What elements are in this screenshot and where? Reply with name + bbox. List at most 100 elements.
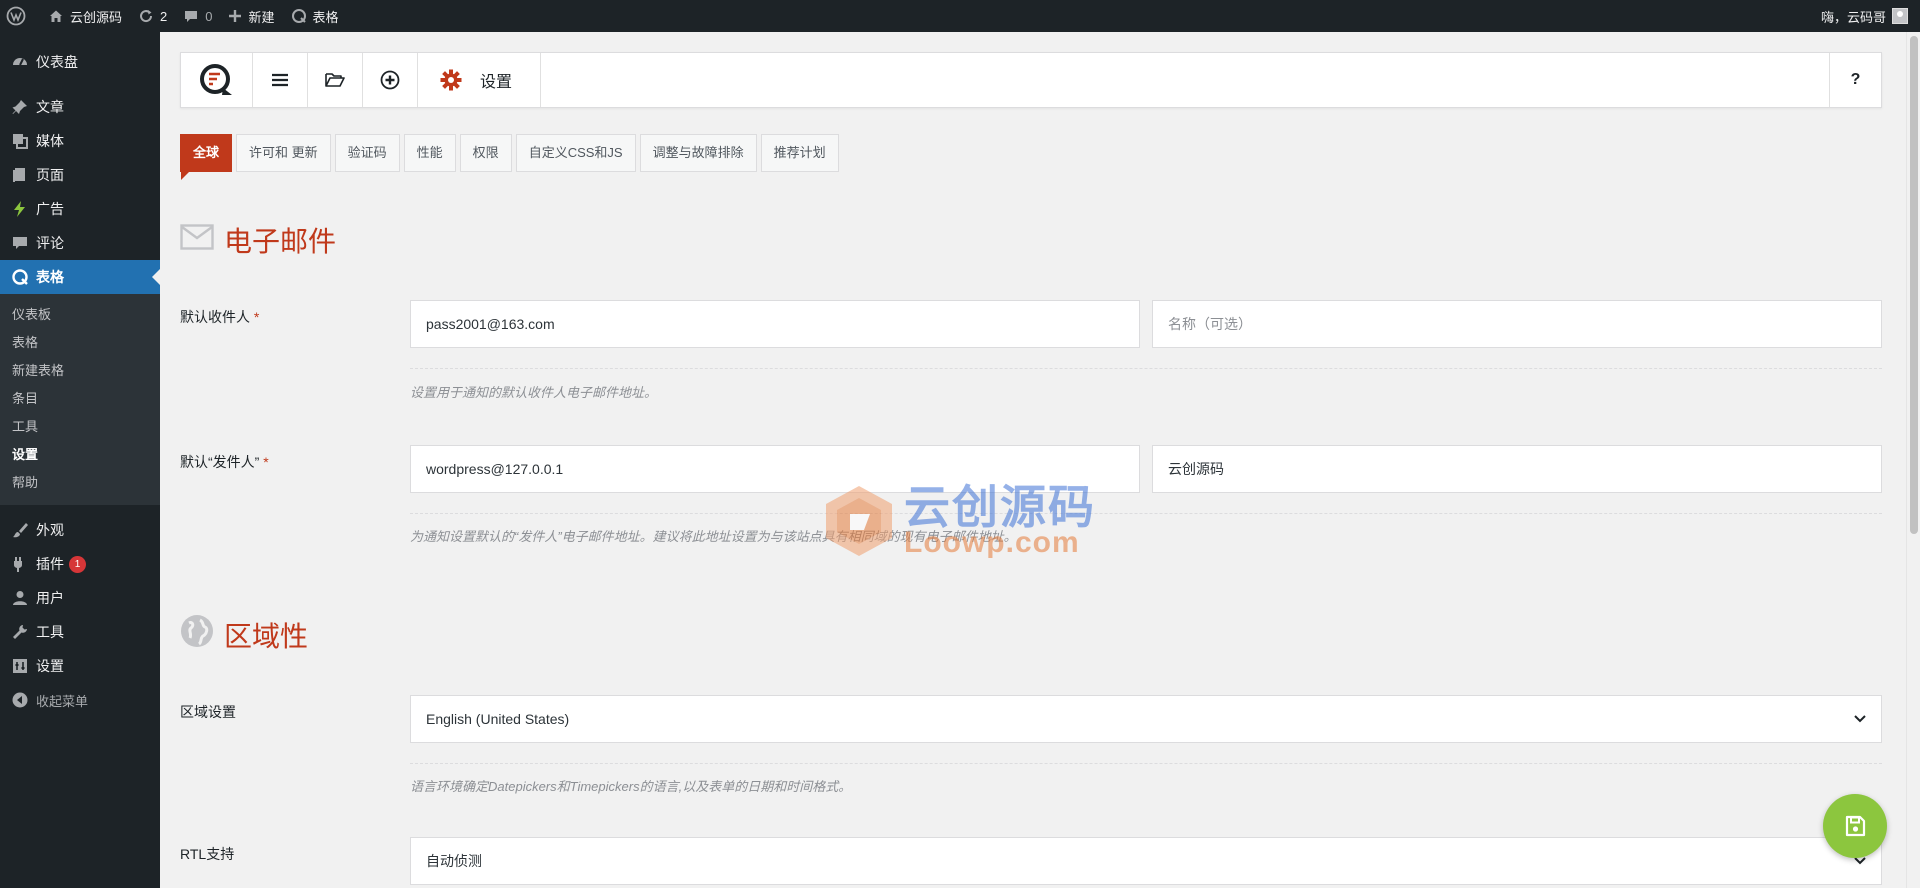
menu-item-appearance[interactable]: 外观 [0, 513, 160, 547]
dashboard-icon [10, 52, 30, 72]
default-recipient-name-input[interactable]: 名称（可选） [1152, 300, 1882, 348]
admin-sidebar: 仪表盘 文章 媒体 页面 广告 评论 表格 仪表板 表格 新建表格 条目 工具 … [0, 32, 160, 888]
menu-item-tools[interactable]: 工具 [0, 615, 160, 649]
divider [410, 513, 1882, 514]
add-form-button[interactable] [363, 53, 418, 107]
email-section-title: 电子邮件 [180, 220, 336, 260]
new-content-link[interactable]: 新建 [220, 0, 282, 32]
menu-item-media[interactable]: 媒体 [0, 124, 160, 158]
forms-icon [291, 9, 306, 23]
tab-global[interactable]: 全球 [180, 134, 233, 180]
rtl-support-select-value: 自动侦测 [426, 853, 482, 869]
tab-custom-css-js[interactable]: 自定义CSS和JS [515, 134, 636, 172]
forms-logo-icon [199, 64, 232, 95]
user-icon [10, 588, 30, 608]
default-recipient-label-text: 默认收件人 [180, 309, 250, 325]
lightning-icon [10, 199, 30, 219]
menu-item-settings[interactable]: 设置 [0, 649, 160, 683]
default-from-help: 为通知设置默认的“发件人”电子邮件地址。建议将此地址设置为与该站点具有相同域的现… [410, 529, 1017, 544]
default-from-name-value: 云创源码 [1168, 461, 1224, 477]
tab-tweaks-troubleshooting[interactable]: 调整与故障排除 [639, 134, 757, 172]
rtl-support-select[interactable]: 自动侦测 [410, 837, 1882, 885]
tab-permissions[interactable]: 权限 [459, 134, 512, 172]
wrench-icon [10, 622, 30, 642]
menu-label: 页面 [36, 167, 64, 183]
menu-item-comments[interactable]: 评论 [0, 226, 160, 260]
menu-item-forms[interactable]: 表格 [0, 260, 160, 294]
default-from-email-input[interactable]: wordpress@127.0.0.1 [410, 445, 1140, 493]
submenu-item-settings[interactable]: 设置 [0, 441, 160, 469]
forms-menu-button[interactable] [253, 53, 308, 107]
menu-item-pages[interactable]: 页面 [0, 158, 160, 192]
submenu-item-forms[interactable]: 表格 [0, 329, 160, 357]
locale-select[interactable]: English (United States) [410, 695, 1882, 743]
locale-select-value: English (United States) [426, 711, 570, 727]
default-recipient-email-input[interactable]: pass2001@163.com [410, 300, 1140, 348]
locale-help: 语言环境确定Datepickers和Timepickers的语言,以及表单的日期… [410, 779, 852, 794]
forms-label: 表格 [312, 9, 339, 25]
paintbrush-icon [10, 520, 30, 540]
locale-section-title: 区域性 [180, 614, 308, 655]
menu-label: 外观 [36, 522, 64, 538]
divider [410, 763, 1882, 764]
forms-logo-button[interactable] [181, 53, 253, 107]
submenu-item-help[interactable]: 帮助 [0, 469, 160, 497]
wordpress-logo-button[interactable] [0, 0, 40, 32]
updates-count: 2 [160, 8, 168, 24]
help-button[interactable]: ? [1829, 53, 1881, 107]
locale-label: 区域设置 [180, 704, 236, 720]
menu-label: 工具 [36, 624, 64, 640]
menu-item-dashboard[interactable]: 仪表盘 [0, 42, 160, 82]
pushpin-icon [10, 97, 30, 117]
menu-item-ads[interactable]: 广告 [0, 192, 160, 226]
submenu-item-entries[interactable]: 条目 [0, 385, 160, 413]
page-scrollbar[interactable] [1906, 32, 1920, 888]
plugin-update-badge: 1 [69, 555, 86, 573]
default-recipient-email-value: pass2001@163.com [426, 316, 555, 332]
updates-icon [140, 10, 153, 23]
submenu-item-new-form[interactable]: 新建表格 [0, 357, 160, 385]
settings-toolbar-button[interactable]: 设置 [418, 53, 542, 107]
settings-toolbar-label: 设置 [480, 74, 513, 91]
menu-item-users[interactable]: 用户 [0, 581, 160, 615]
avatar [1892, 8, 1908, 24]
pages-icon [10, 165, 30, 185]
open-form-button[interactable] [308, 53, 363, 107]
menu-label: 收起菜单 [36, 693, 89, 709]
comments-count: 0 [205, 8, 213, 24]
save-settings-button[interactable] [1823, 794, 1887, 858]
default-from-name-input[interactable]: 云创源码 [1152, 445, 1882, 493]
gear-icon [440, 69, 462, 91]
menu-item-plugins[interactable]: 插件 1 [0, 547, 160, 581]
menu-label: 评论 [36, 235, 64, 251]
updates-link[interactable]: 2 [130, 0, 175, 32]
greeting-label: 嗨，云码哥 [1820, 9, 1886, 25]
tab-performance[interactable]: 性能 [403, 134, 456, 172]
collapse-menu-button[interactable]: 收起菜单 [0, 683, 160, 717]
save-icon [1845, 815, 1866, 837]
forms-link[interactable]: 表格 [283, 0, 347, 32]
email-section-heading: 电子邮件 [224, 226, 337, 257]
plus-circle-icon [380, 70, 400, 90]
comments-link[interactable]: 0 [175, 0, 220, 32]
site-name-link[interactable]: 云创源码 [40, 0, 130, 32]
default-recipient-help: 设置用于通知的默认收件人电子邮件地址。 [410, 385, 658, 400]
scrollbar-thumb[interactable] [1910, 36, 1918, 534]
menu-label: 用户 [36, 590, 64, 606]
forms-toolbar: 设置 ? [180, 52, 1882, 108]
wordpress-icon [6, 6, 26, 26]
submenu-item-dashboard[interactable]: 仪表板 [0, 301, 160, 329]
tab-captcha[interactable]: 验证码 [334, 134, 400, 172]
menu-label: 表格 [36, 269, 64, 285]
locale-section-heading: 区域性 [224, 620, 309, 652]
menu-item-posts[interactable]: 文章 [0, 90, 160, 124]
tab-license-updates[interactable]: 许可和 更新 [236, 134, 331, 172]
help-label: ? [1850, 71, 1861, 88]
menu-label: 广告 [36, 201, 64, 217]
folder-open-icon [325, 73, 345, 87]
tab-referral-program[interactable]: 推荐计划 [760, 134, 839, 172]
my-account-link[interactable]: 嗨，云码哥 [1821, 0, 1920, 32]
home-icon [50, 10, 62, 22]
hamburger-icon [272, 73, 288, 87]
submenu-item-tools[interactable]: 工具 [0, 413, 160, 441]
